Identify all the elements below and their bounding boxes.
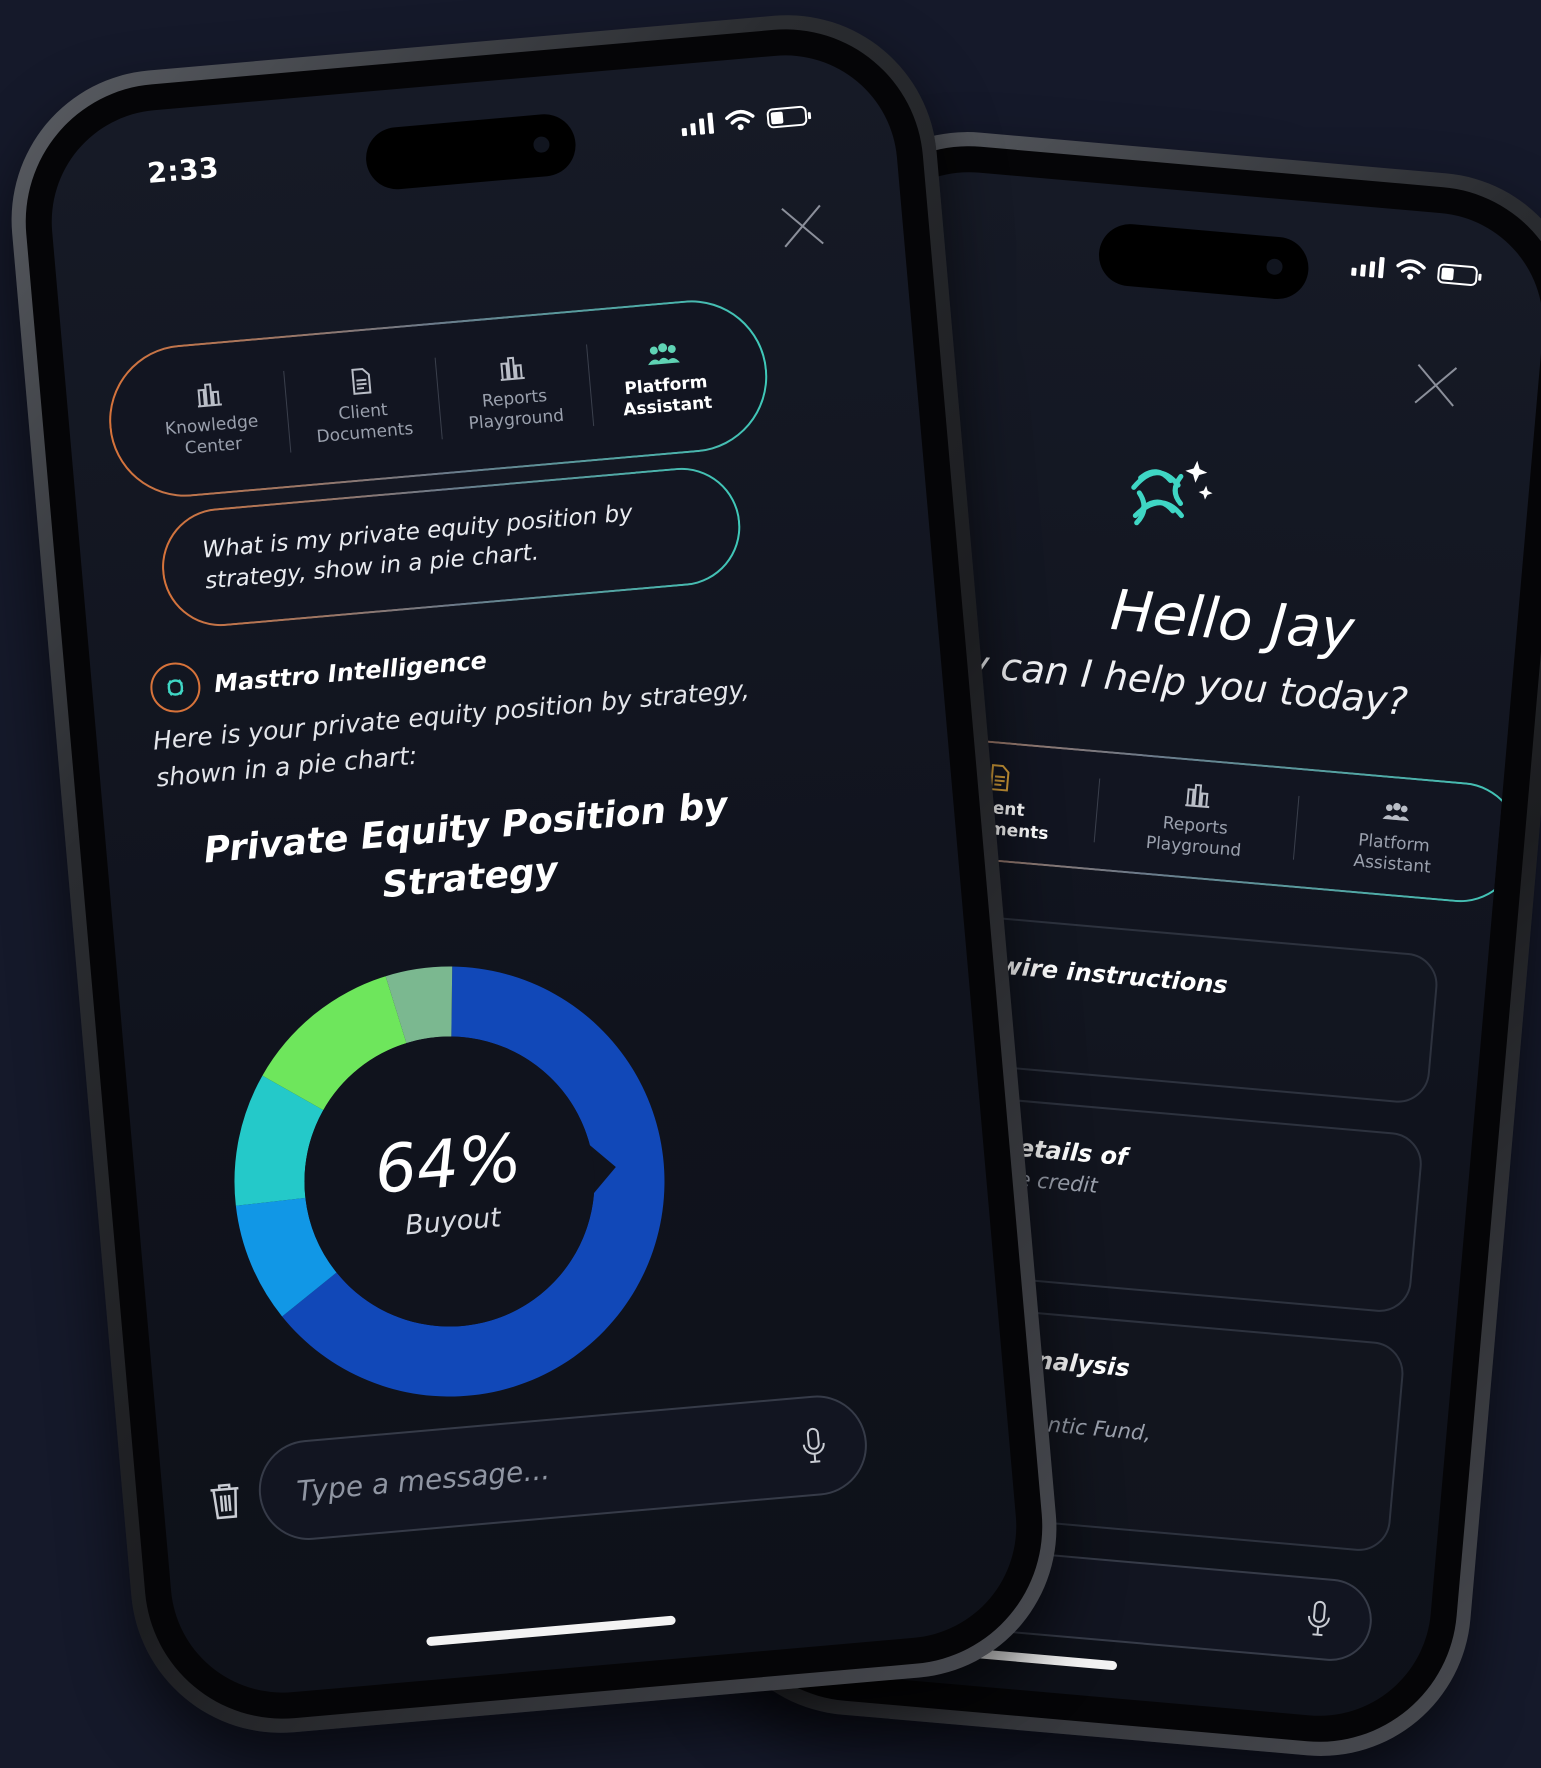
wifi-icon (724, 108, 756, 133)
battery-icon (766, 105, 808, 129)
status-time: 2:33 (146, 150, 221, 190)
bezel: 2:33 Knowledge Center Client Documents R… (14, 17, 1054, 1731)
document-icon (351, 368, 372, 395)
mode-label: Client Documents (315, 400, 415, 448)
wifi-icon (1395, 257, 1427, 282)
signal-icon (680, 112, 715, 137)
message-input-placeholder: Type a message... (295, 1452, 552, 1508)
people-icon (1382, 802, 1410, 822)
reports-icon (1185, 783, 1210, 809)
assistant-name: Masttro Intelligence (213, 646, 488, 699)
battery-icon (1436, 263, 1479, 287)
microphone-icon[interactable] (1302, 1599, 1335, 1639)
microphone-icon[interactable] (797, 1426, 830, 1466)
status-icons (680, 103, 808, 137)
dynamic-island (1096, 221, 1312, 302)
phone-front: 2:33 Knowledge Center Client Documents R… (0, 2, 1069, 1746)
chart-title: Private Equity Position by Strategy (202, 784, 730, 907)
status-icons (1351, 254, 1479, 287)
assistant-logo-icon (148, 660, 203, 715)
camera (1265, 258, 1284, 276)
mode-knowledge-center[interactable]: Knowledge Center (129, 338, 293, 499)
mode-label: Knowledge Center (164, 411, 260, 459)
screen: 2:33 Knowledge Center Client Documents R… (42, 46, 1026, 1702)
signal-icon (1351, 254, 1385, 279)
mode-label: Reports Playground (1145, 813, 1242, 862)
brand-logo-icon (1131, 460, 1213, 526)
home-indicator[interactable] (426, 1615, 676, 1647)
close-button[interactable] (779, 202, 827, 250)
mode-reports-playground[interactable]: Reports Playground (432, 312, 596, 473)
trash-icon[interactable] (206, 1480, 245, 1523)
mode-client-documents[interactable]: Client Documents (280, 325, 444, 486)
mode-platform-assistant[interactable]: Platform Assistant (583, 298, 747, 459)
mode-platform-assistant[interactable]: Platform Assistant (1290, 770, 1499, 903)
mode-reports-playground[interactable]: Reports Playground (1092, 753, 1301, 886)
close-button[interactable] (1412, 361, 1460, 409)
mode-label: Reports Playground (467, 386, 565, 434)
camera (532, 135, 551, 154)
books-icon (197, 383, 222, 408)
reports-icon (500, 356, 525, 382)
people-icon (648, 343, 680, 366)
mode-label: Platform Assistant (1352, 830, 1432, 878)
donut-chart (234, 966, 665, 1397)
dynamic-island (363, 111, 579, 192)
mode-label: Platform Assistant (622, 372, 714, 421)
